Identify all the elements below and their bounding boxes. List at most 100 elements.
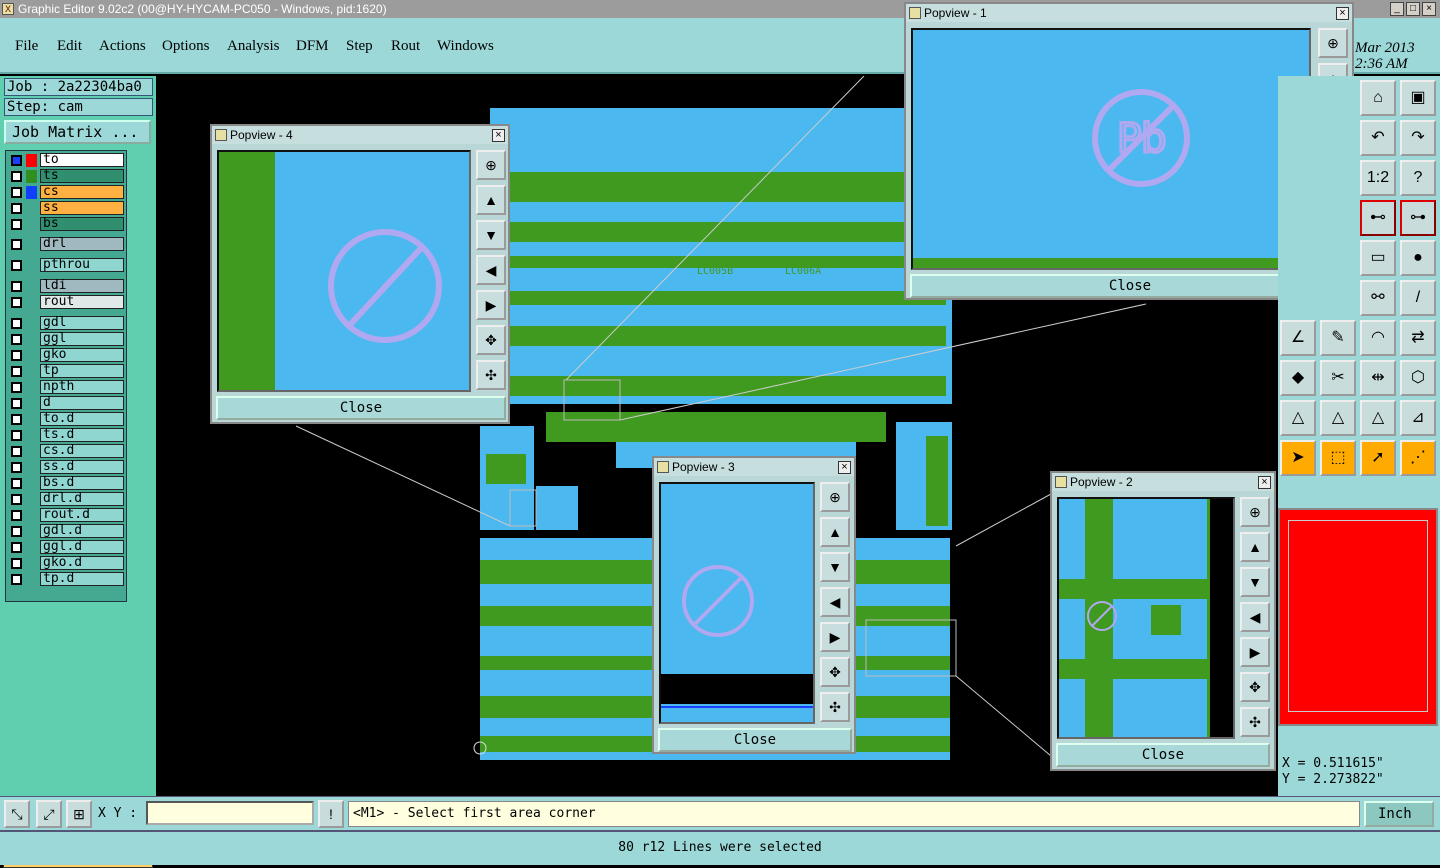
menu-windows[interactable]: Windows (437, 38, 494, 55)
layer-name[interactable]: gko.d (40, 556, 124, 570)
popview-4-view[interactable] (217, 150, 471, 392)
layer-checkbox[interactable] (11, 350, 22, 361)
popview-3-close-icon[interactable]: × (838, 461, 851, 474)
xy-input[interactable] (146, 801, 314, 825)
angle-icon[interactable]: ∠ (1280, 320, 1316, 356)
pan-right-icon[interactable]: ▶ (1240, 637, 1270, 667)
layer-name[interactable]: ggl (40, 332, 124, 346)
home-icon[interactable]: ⌂ (1360, 80, 1396, 116)
layer-row[interactable]: bs.d (6, 476, 126, 491)
popview-1-titlebar[interactable]: Popview - 1 (906, 4, 1352, 22)
draw-icon[interactable]: ✎ (1320, 320, 1356, 356)
layer-name[interactable]: ts (40, 169, 124, 183)
pad-icon[interactable]: ● (1400, 240, 1436, 276)
layer-name[interactable]: drl.d (40, 492, 124, 506)
layer-name[interactable]: rout (40, 295, 124, 309)
layer-row[interactable]: rout.d (6, 508, 126, 523)
layer-row[interactable]: ldi (6, 279, 126, 294)
popview-4-titlebar[interactable]: Popview - 4 (212, 126, 508, 144)
layer-row[interactable]: tp.d (6, 572, 126, 587)
layer-row[interactable]: cs (6, 185, 126, 200)
zoom-in-icon[interactable]: ⊕ (476, 150, 506, 180)
alert-icon[interactable]: ! (318, 800, 344, 828)
popview-3-titlebar[interactable]: Popview - 3 (654, 458, 854, 476)
pan-down-icon[interactable]: ▼ (476, 220, 506, 250)
triangle-blue-icon[interactable]: △ (1360, 400, 1396, 436)
layer-checkbox[interactable] (11, 203, 22, 214)
layer-name[interactable]: ts.d (40, 428, 124, 442)
layer-checkbox[interactable] (11, 297, 22, 308)
pan-up-icon[interactable]: ▲ (820, 517, 850, 547)
pan-right-icon[interactable]: ▶ (476, 290, 506, 320)
layer-row[interactable]: ggl (6, 332, 126, 347)
layer-name[interactable]: to.d (40, 412, 124, 426)
layer-name[interactable]: gdl (40, 316, 124, 330)
zoom-home-icon[interactable]: ✣ (476, 360, 506, 390)
layer-checkbox[interactable] (11, 219, 22, 230)
layer-row[interactable]: ss.d (6, 460, 126, 475)
layer-checkbox[interactable] (11, 382, 22, 393)
layer-row[interactable]: ss (6, 201, 126, 216)
maximize-button[interactable]: □ (1406, 2, 1420, 16)
popview-2-titlebar[interactable]: Popview - 2 (1052, 473, 1274, 491)
layer-name[interactable]: rout.d (40, 508, 124, 522)
layer-row[interactable]: ts (6, 169, 126, 184)
cut-icon[interactable]: ✂ (1320, 360, 1356, 396)
popview-1-close-icon[interactable]: × (1336, 7, 1349, 20)
zoom-in-icon[interactable]: ⊕ (1240, 497, 1270, 527)
redo-icon[interactable]: ↷ (1400, 120, 1436, 156)
pointer-frame-icon[interactable]: ⬚ (1320, 440, 1356, 476)
layer-checkbox[interactable] (11, 542, 22, 553)
popview-3-view[interactable] (659, 482, 815, 724)
layer-row[interactable]: gdl (6, 316, 126, 331)
pan-right-icon[interactable]: ▶ (820, 622, 850, 652)
layer-checkbox[interactable] (11, 526, 22, 537)
layer-checkbox[interactable] (11, 478, 22, 489)
layer-checkbox[interactable] (11, 334, 22, 345)
layer-row[interactable]: drl.d (6, 492, 126, 507)
layer-name[interactable]: npth (40, 380, 124, 394)
layer-name[interactable]: bs (40, 217, 124, 231)
triangle-icon[interactable]: △ (1280, 400, 1316, 436)
popview-1-view[interactable]: Pb (911, 28, 1311, 270)
triangle-red-icon[interactable]: △ (1320, 400, 1356, 436)
layer-checkbox[interactable] (11, 155, 22, 166)
close-window-button[interactable]: × (1422, 2, 1436, 16)
layer-row[interactable]: tp (6, 364, 126, 379)
pointer-icon[interactable]: ➤ (1280, 440, 1316, 476)
layer-row[interactable]: bs (6, 217, 126, 232)
measure-icon[interactable]: ⤢ (36, 800, 62, 828)
layer-row[interactable]: cs.d (6, 444, 126, 459)
layer-row[interactable]: gko (6, 348, 126, 363)
layer-row[interactable]: to (6, 153, 126, 168)
layer-row[interactable]: d (6, 396, 126, 411)
layer-name[interactable]: d (40, 396, 124, 410)
window-icon[interactable]: ▣ (1400, 80, 1436, 116)
zoom-in-icon[interactable]: ⊕ (820, 482, 850, 512)
zoom-in-icon[interactable]: ⊕ (1318, 28, 1348, 58)
menu-dfm[interactable]: DFM (296, 38, 329, 55)
layer-color-swatch[interactable] (26, 154, 37, 167)
pan-left-icon[interactable]: ◀ (820, 587, 850, 617)
units-dropdown[interactable]: Inch (1364, 801, 1434, 827)
layer-checkbox[interactable] (11, 494, 22, 505)
layer-checkbox[interactable] (11, 430, 22, 441)
triangle-cut-icon[interactable]: ⊿ (1400, 400, 1436, 436)
layer-name[interactable]: pthrou (40, 258, 124, 272)
pan-left-icon[interactable]: ◀ (476, 255, 506, 285)
undo-icon[interactable]: ↶ (1360, 120, 1396, 156)
layer-checkbox[interactable] (11, 574, 22, 585)
popview-3-close-button[interactable]: Close (658, 728, 852, 752)
pointer-select-icon[interactable]: ➚ (1360, 440, 1396, 476)
popview-4-close-button[interactable]: Close (216, 396, 506, 420)
layer-name[interactable]: ss.d (40, 460, 124, 474)
zoom-area-icon[interactable]: ⤡ (4, 800, 30, 828)
pan-down-icon[interactable]: ▼ (1240, 567, 1270, 597)
line-icon[interactable]: / (1400, 280, 1436, 316)
pan-up-icon[interactable]: ▲ (1240, 532, 1270, 562)
layer-row[interactable]: npth (6, 380, 126, 395)
layer-name[interactable]: drl (40, 237, 124, 251)
layer-color-swatch[interactable] (26, 170, 37, 183)
layer-checkbox[interactable] (11, 239, 22, 250)
layer-row[interactable]: ggl.d (6, 540, 126, 555)
